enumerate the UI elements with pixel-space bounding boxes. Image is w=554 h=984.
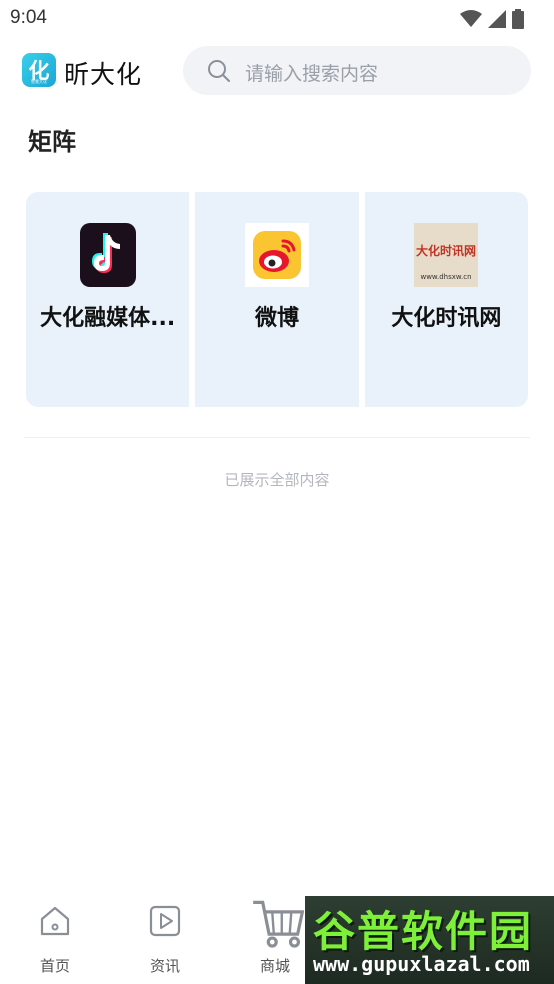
douyin-icon: [76, 223, 140, 287]
search-placeholder: 请输入搜索内容: [245, 63, 379, 85]
card-label: 微博: [254, 306, 299, 331]
card-douyin[interactable]: 大化融媒体...: [26, 192, 190, 407]
tab-news[interactable]: 资讯: [110, 896, 220, 984]
status-time: 9:04: [10, 7, 47, 28]
tab-home[interactable]: 首页: [0, 896, 110, 984]
battery-icon: [512, 9, 524, 29]
card-dhsxw[interactable]: 大化时讯网 www.dhsxw.cn 大化时讯网: [364, 192, 528, 407]
tab-label: 资讯: [149, 957, 180, 975]
app-logo: 化 智慧大化: [22, 53, 56, 87]
search-icon: [208, 60, 230, 82]
app-name: 昕大化: [64, 60, 143, 89]
matrix-cards: 大化融媒体... 微博 大化时讯网 www.dhsxw.cn 大化时讯网: [26, 192, 528, 407]
wifi-icon: [460, 10, 482, 27]
end-of-list-text: 已展示全部内容: [224, 471, 330, 489]
play-icon: [149, 905, 181, 937]
divider: [24, 437, 530, 438]
cart-icon: [253, 900, 304, 948]
search-input[interactable]: 请输入搜索内容: [183, 46, 531, 95]
status-bar: 9:04: [0, 0, 554, 38]
section-title: 矩阵: [28, 128, 76, 156]
svg-text:www.dhsxw.cn: www.dhsxw.cn: [421, 273, 472, 281]
dhsxw-logo: 大化时讯网 www.dhsxw.cn: [414, 223, 479, 287]
watermark-url: www.gupuxlazal.com: [313, 952, 530, 976]
watermark: 谷普软件园 www.gupuxlazal.com: [305, 896, 554, 984]
weibo-icon: [244, 223, 309, 287]
home-icon: [40, 906, 70, 936]
tab-label: 首页: [39, 957, 70, 975]
app-header: 化 智慧大化 昕大化 请输入搜索内容: [0, 42, 554, 100]
watermark-title: 谷普软件园: [313, 907, 534, 956]
card-label: 大化时讯网: [391, 306, 502, 331]
signal-icon: [488, 10, 506, 28]
card-label: 大化融媒体...: [40, 306, 176, 331]
status-icons: [460, 9, 524, 29]
logo-caption: 智慧大化: [31, 79, 47, 84]
svg-text:大化时讯网: 大化时讯网: [416, 243, 476, 258]
card-weibo[interactable]: 微博: [195, 192, 359, 407]
